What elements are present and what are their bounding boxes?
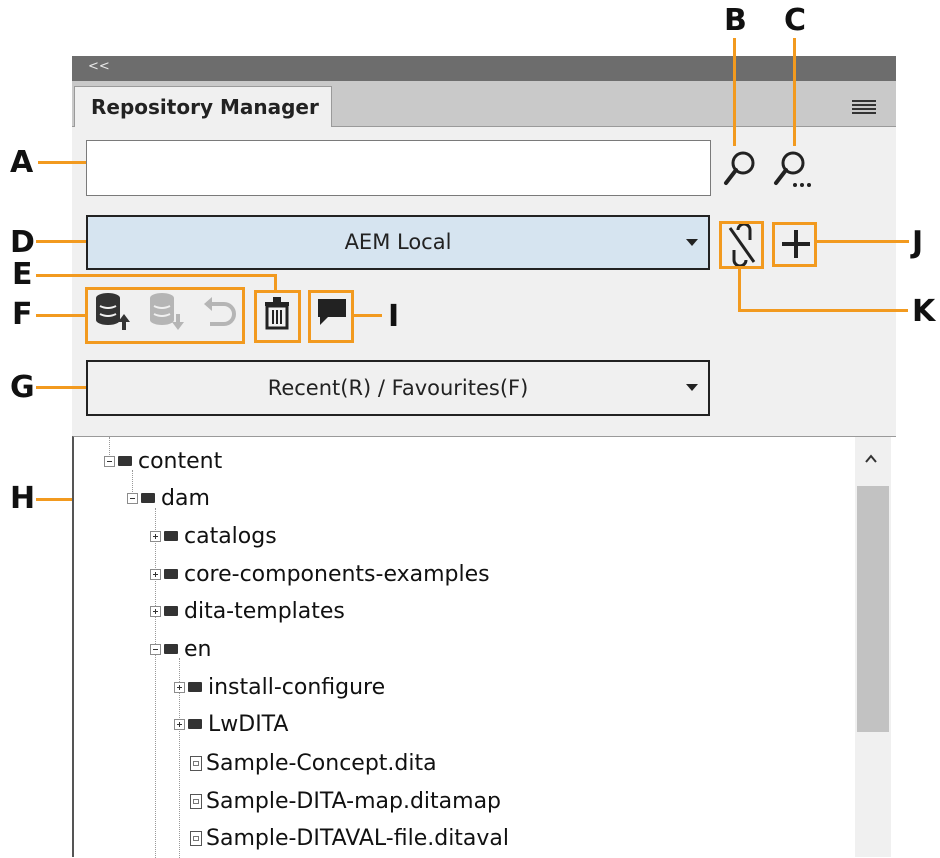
tab-repository-manager[interactable]: Repository Manager [74,86,332,127]
highlight-box-f [85,287,245,344]
highlight-box-i [308,290,354,343]
search-input[interactable] [86,140,711,196]
callout-h: H [10,481,36,516]
folder-icon [164,569,178,579]
callout-d: D [10,225,35,260]
tree-item-label: content [138,448,223,474]
scrollbar-thumb[interactable] [857,486,889,732]
callout-g: G [10,370,35,405]
search-icon[interactable] [722,148,758,188]
folder-icon [118,456,132,466]
tree-item-content[interactable]: content [104,446,222,476]
folder-icon [188,719,202,729]
folder-icon [164,644,178,654]
folder-icon [164,531,178,541]
callout-b: B [724,3,747,38]
callout-line-k-drop [738,269,741,311]
tree-item-sample-ditamap[interactable]: Sample-DITA-map.ditamap [178,786,501,816]
highlight-box-e [254,290,301,343]
tree-item-dam[interactable]: dam [127,483,210,513]
tree-item-en[interactable]: en [150,634,211,664]
tree-item-label: en [184,636,212,662]
expand-toggle-icon[interactable] [174,718,185,730]
tree-item-lwdita[interactable]: LwDITA [174,709,288,739]
panel-collapse-bar[interactable]: << [72,56,896,81]
collapse-icon[interactable]: << [88,59,110,74]
expand-toggle-icon[interactable] [174,681,185,693]
callout-a: A [10,145,34,180]
expand-toggle-icon[interactable] [150,568,161,580]
callout-j: J [912,225,924,260]
highlight-box-j [772,222,817,267]
tree-item-sample-concept[interactable]: Sample-Concept.dita [178,748,437,778]
expand-toggle-icon[interactable] [150,605,161,617]
repository-select-value: AEM Local [344,230,452,254]
folder-icon [164,606,178,616]
repository-select[interactable]: AEM Local [86,215,710,270]
highlight-box-k [719,221,764,269]
callout-line-k [738,309,908,312]
tree-item-label: install-configure [208,674,386,700]
tree-item-label: Sample-Concept.dita [206,750,437,776]
callout-i: I [388,299,400,334]
callout-line-f [36,314,86,317]
callout-line-j [817,240,909,243]
ditamap-file-icon [190,793,202,809]
recent-favourites-select[interactable]: Recent(R) / Favourites(F) [86,360,710,416]
tree-item-label: dita-templates [184,598,345,624]
collapse-toggle-icon[interactable] [150,643,161,655]
callout-line-b [733,38,736,146]
callout-f: F [12,297,33,332]
callout-e: E [12,257,33,292]
callout-line-e [36,274,276,277]
tree-item-catalogs[interactable]: catalogs [150,521,277,551]
callout-line-c [793,38,796,146]
expand-toggle-icon[interactable] [150,530,161,542]
tree-item-install-configure[interactable]: install-configure [174,672,385,702]
dita-file-icon [190,755,202,771]
callout-line-i [354,314,382,317]
tree-item-label: Sample-DITAVAL-file.ditaval [206,825,510,851]
collapse-toggle-icon[interactable] [127,492,138,504]
tree-item-sample-ditaval[interactable]: Sample-DITAVAL-file.ditaval [178,823,509,853]
folder-icon [141,493,155,503]
ditaval-file-icon [190,830,202,846]
callout-c: C [784,3,807,38]
chevron-down-icon [686,239,698,246]
tree-item-label: core-components-examples [184,561,490,587]
tree-item-dita-templates[interactable]: dita-templates [150,596,345,626]
tree-item-label: dam [161,485,210,511]
tree-item-label: Sample-DITA-map.ditamap [206,788,502,814]
chevron-down-icon [686,384,698,391]
hamburger-menu-icon[interactable] [852,100,876,114]
tree-item-core-components-examples[interactable]: core-components-examples [150,559,490,589]
filter-select-value: Recent(R) / Favourites(F) [267,376,529,400]
scroll-up-arrow-icon[interactable] [864,452,878,466]
advanced-search-icon[interactable] [772,148,816,190]
tree-item-label: LwDITA [208,711,289,737]
callout-line-e-drop [274,274,277,290]
callout-k: K [912,294,936,329]
folder-icon [188,682,202,692]
callout-line-a [38,161,86,164]
tree-item-label: catalogs [184,523,277,549]
callout-line-d [36,240,86,243]
collapse-toggle-icon[interactable] [104,455,115,467]
callout-line-g [36,386,86,389]
